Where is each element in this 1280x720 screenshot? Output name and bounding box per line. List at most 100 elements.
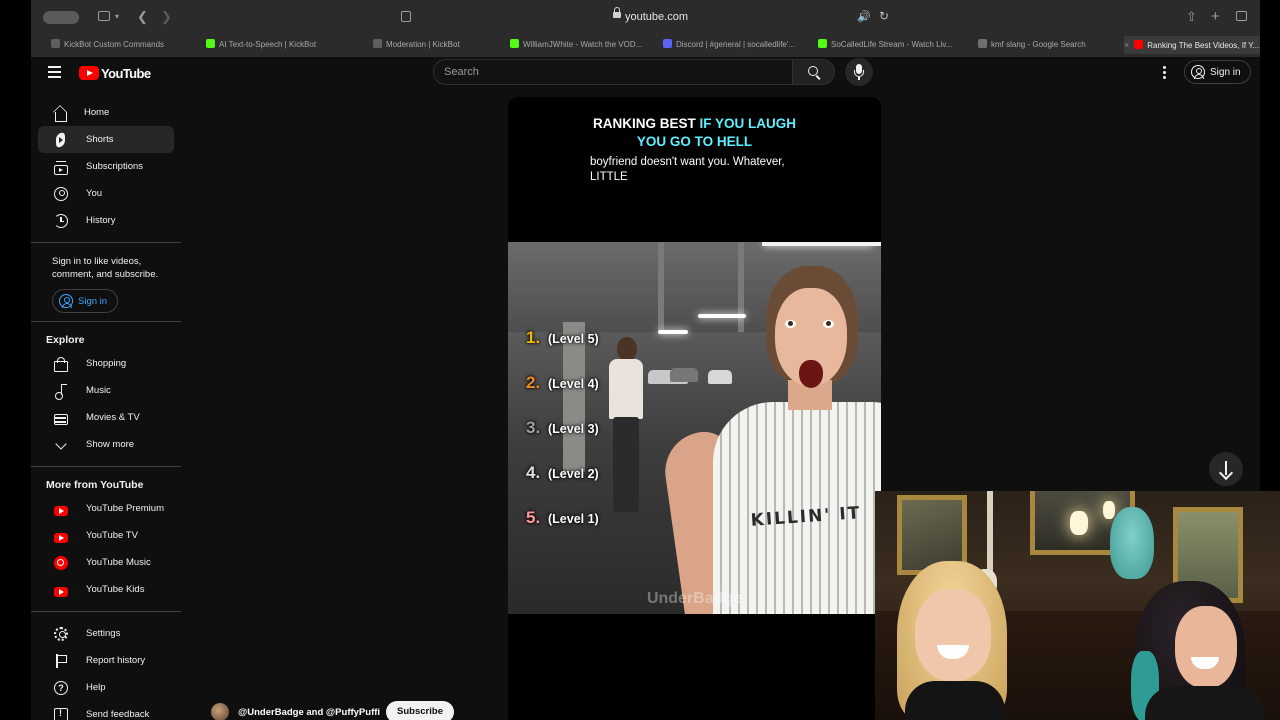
home-icon <box>55 111 67 122</box>
sign-in-button[interactable]: Sign in <box>1184 60 1251 84</box>
sidebar-item-subscriptions[interactable]: Subscriptions <box>38 153 174 180</box>
sidebar-item-report-history[interactable]: Report history <box>38 647 174 674</box>
channel-name[interactable]: @UnderBadge and @PuffyPuffi <box>238 707 380 718</box>
tab-label: WilliamJWhite - Watch the VOD... <box>523 40 643 49</box>
sidebar-item-youtube-tv[interactable]: YouTube TV <box>38 522 174 549</box>
menu-icon[interactable] <box>48 66 61 78</box>
lock-icon <box>613 7 621 20</box>
page-menu-icon[interactable] <box>401 11 411 22</box>
subscribe-button[interactable]: Subscribe <box>386 701 454 720</box>
youtube-play-icon <box>79 66 99 80</box>
level-number: 5. <box>526 508 541 527</box>
search-input[interactable] <box>444 66 744 78</box>
sidebar-item-label: Subscriptions <box>86 161 144 172</box>
youtube-premium-icon <box>54 505 68 516</box>
sidebar-item-label: Shorts <box>86 134 114 145</box>
sidebar-item-label: YouTube Kids <box>86 584 145 595</box>
sidebar-item-history[interactable]: History <box>38 207 174 234</box>
sidebar-item-home[interactable]: Home <box>38 99 174 126</box>
tab-label: KickBot Custom Commands <box>64 40 165 49</box>
tab-overview-icon[interactable] <box>1236 9 1247 25</box>
tab-label: SoCalledLife Stream - Watch Liv... <box>831 40 953 49</box>
audio-playing-icon[interactable]: 🔊 <box>857 10 871 23</box>
running-woman <box>603 337 649 512</box>
close-tab-icon[interactable]: × <box>1124 40 1129 50</box>
level-item: 1. (Level 5) <box>526 328 599 373</box>
favicon-icon <box>510 39 519 48</box>
browser-tab[interactable]: KickBot Custom Commands <box>51 36 201 54</box>
tab-label: AI Text-to-Speech | KickBot <box>219 40 317 49</box>
browser-tab[interactable]: kmf slang - Google Search <box>978 36 1128 54</box>
sidebar-item-settings[interactable]: Settings <box>38 620 174 647</box>
favicon-icon <box>818 39 827 48</box>
webcam-overlay <box>875 491 1280 720</box>
sidebar-item-youtube-premium[interactable]: YouTube Premium <box>38 495 174 522</box>
short-subtitle: boyfriend doesn't want you. Whatever, LI… <box>590 156 785 183</box>
level-label: (Level 5) <box>548 332 599 346</box>
sidebar-item-shorts[interactable]: Shorts <box>38 126 174 153</box>
level-label: (Level 4) <box>548 377 599 391</box>
chevron-down-icon <box>54 438 68 452</box>
new-tab-icon[interactable]: + <box>1211 9 1220 25</box>
sidebar-item-label: Show more <box>86 439 135 450</box>
browser-tab[interactable]: × Ranking The Best Videos, If Y... <box>1124 36 1260 54</box>
sidebar-item-help[interactable]: ? Help <box>38 674 174 701</box>
share-icon[interactable]: ⇧ <box>1186 9 1197 25</box>
divider <box>31 321 181 322</box>
settings-kebab-icon[interactable] <box>1163 66 1167 79</box>
search-button[interactable] <box>792 59 835 85</box>
back-arrow-icon[interactable]: ❮ <box>137 9 148 25</box>
sidebar-toggle-icon[interactable] <box>97 9 111 25</box>
sidebar-sign-in-label: Sign in <box>78 295 108 307</box>
forward-arrow-icon[interactable]: ❯ <box>161 9 172 25</box>
help-icon: ? <box>54 680 68 695</box>
sidebar-item-shopping[interactable]: Shopping <box>38 350 174 377</box>
youtube-tv-icon <box>54 532 68 543</box>
screaming-woman: KILLIN' IT <box>660 262 881 614</box>
browser-tab[interactable]: AI Text-to-Speech | KickBot <box>206 36 356 54</box>
window-controls-pill[interactable] <box>43 11 79 24</box>
sidebar-item-label: Music <box>86 385 111 396</box>
tab-bar: KickBot Custom Commands AI Text-to-Speech… <box>31 36 1260 54</box>
title-plain: RANKING BEST <box>592 116 700 131</box>
sidebar-item-youtube-music[interactable]: YouTube Music <box>38 549 174 576</box>
level-number: 1. <box>526 328 541 347</box>
level-number: 4. <box>526 463 541 482</box>
browser-tab[interactable]: SoCalledLife Stream - Watch Liv... <box>818 36 968 54</box>
sidebar-sign-in-button[interactable]: Sign in <box>52 289 118 313</box>
browser-tab[interactable]: WilliamJWhite - Watch the VOD... <box>510 36 660 54</box>
gear-icon <box>54 626 68 641</box>
level-item: 5. (Level 1) <box>526 508 599 553</box>
sidebar-item-label: YouTube TV <box>86 530 138 541</box>
sidebar-item-show-more[interactable]: Show more <box>38 431 174 458</box>
sidebar-item-label: YouTube Premium <box>86 503 164 514</box>
streamer-dark-hair <box>1105 581 1280 720</box>
youtube-logo[interactable]: YouTube <box>79 65 151 81</box>
youtube-kids-icon <box>54 586 68 597</box>
browser-toolbar: ▾ ❮ ❯ youtube.com 🔊 ↻ ⇧ + <box>31 0 1260 35</box>
shopping-bag-icon <box>54 357 68 372</box>
next-short-button[interactable] <box>1209 452 1243 486</box>
explore-heading: Explore <box>46 334 85 346</box>
browser-tab[interactable]: Moderation | KickBot <box>373 36 523 54</box>
title-highlight: IF YOU <box>699 116 745 131</box>
guide-sidebar: Home Shorts Subscriptions You History Sign i… <box>31 99 181 720</box>
sidebar-item-label: History <box>86 215 116 226</box>
reload-icon[interactable]: ↻ <box>879 9 889 23</box>
sidebar-item-movies-tv[interactable]: Movies & TV <box>38 404 174 431</box>
sidebar-item-youtube-kids[interactable]: YouTube Kids <box>38 576 174 603</box>
sidebar-chevron-icon[interactable]: ▾ <box>115 9 119 25</box>
sidebar-item-music[interactable]: Music <box>38 377 174 404</box>
sidebar-item-you[interactable]: You <box>38 180 174 207</box>
shorts-player[interactable]: RANKING BEST IF YOU LAUGH YOU GO TO HELL… <box>508 97 881 720</box>
sidebar-item-send-feedback[interactable]: Send feedback <box>38 701 174 720</box>
level-item: 4. (Level 2) <box>526 463 599 508</box>
browser-window-chrome: ▾ ❮ ❯ youtube.com 🔊 ↻ ⇧ + KickBot Custom… <box>31 0 1260 57</box>
level-item: 3. (Level 3) <box>526 418 599 463</box>
level-label: (Level 2) <box>548 467 599 481</box>
browser-tab[interactable]: Discord | #general | socalledlife'... <box>663 36 813 54</box>
address-bar[interactable]: youtube.com 🔊 ↻ <box>401 7 891 28</box>
voice-search-button[interactable] <box>845 58 873 86</box>
channel-avatar[interactable] <box>211 703 229 720</box>
divider <box>31 466 181 467</box>
